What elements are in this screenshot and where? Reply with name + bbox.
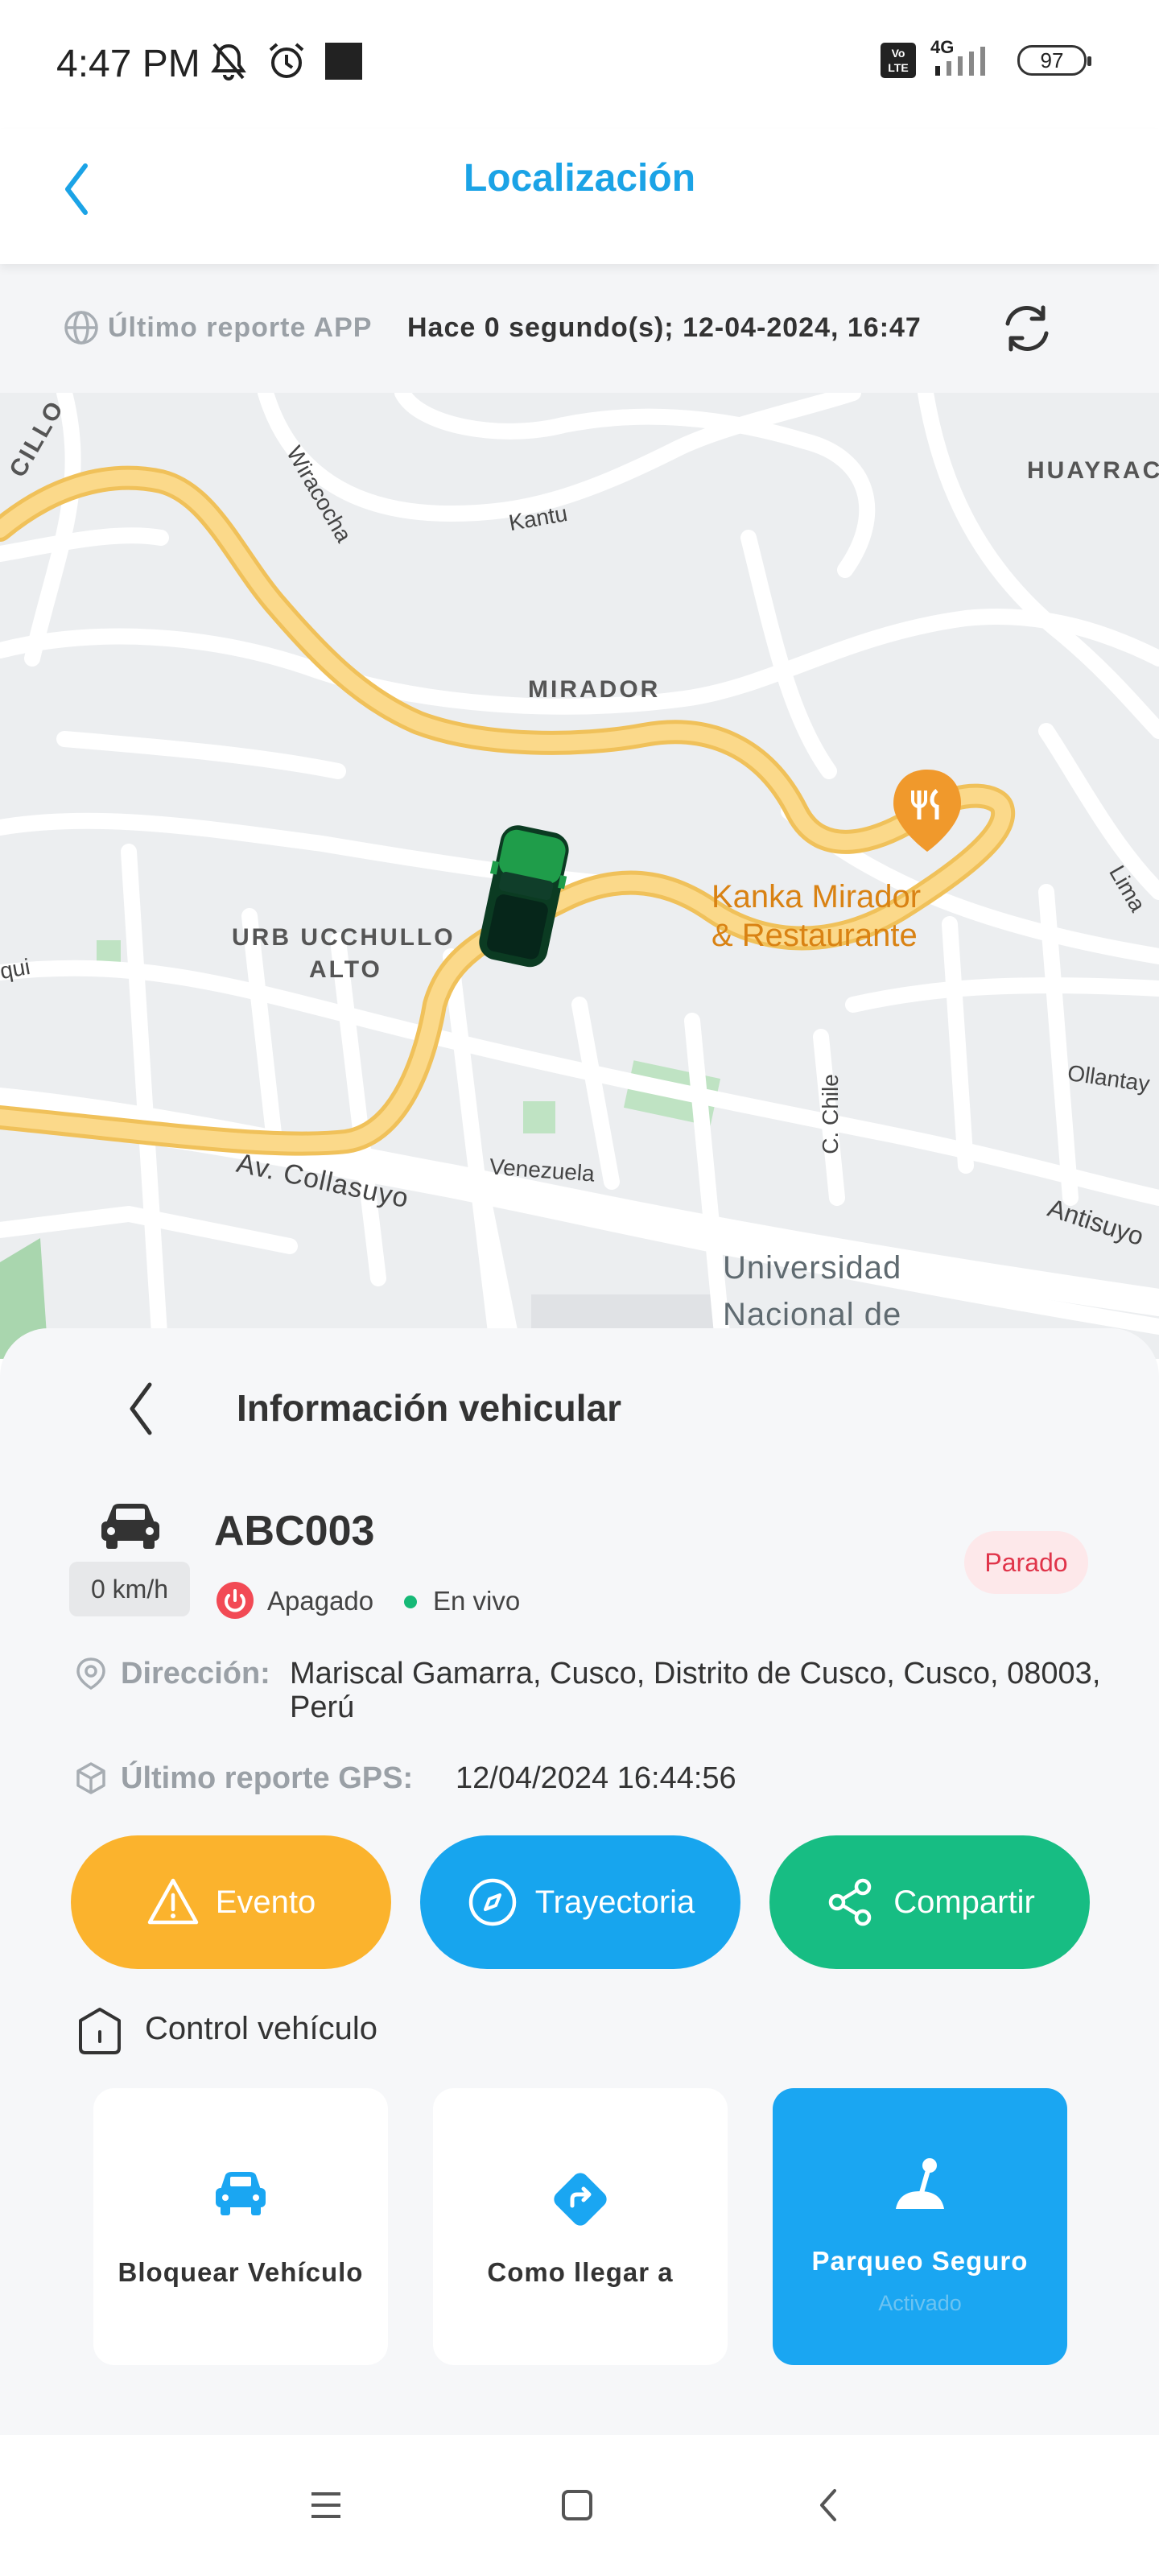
share-icon [828,1878,872,1926]
map-label-alto: ALTO [309,956,382,983]
notification-square-icon [325,43,362,80]
trayectoria-button[interactable]: Trayectoria [420,1835,740,1969]
address-value: Mariscal Gamarra, Cusco, Distrito de Cus… [290,1657,1101,1724]
menu-icon[interactable] [290,2469,362,2541]
speed-chip: 0 km/h [69,1562,190,1616]
home-shield-icon [79,2008,121,2054]
map-label-mirador: MIRADOR [528,676,661,703]
poi-label[interactable]: Kanka Mirador & Restaurante [711,877,921,955]
warning-icon [147,1878,198,1925]
battery-icon: 97 [1017,45,1091,76]
vehicle-plate: ABC003 [214,1508,375,1554]
university-line1: Universidad [723,1250,902,1286]
vehicle-info-sheet: Información vehicular 0 km/h ABC003 Para… [0,1328,1159,2435]
como-llegar-card[interactable]: Como llegar a [433,2088,728,2365]
map-label-huayrac: HUAYRAC [1027,457,1159,484]
address-label: Dirección: [121,1657,270,1690]
parqueo-sublabel: Activado [878,2291,962,2315]
street-qui: qui [0,953,32,985]
status-bar: 4:47 PM Vo LTE 4G 97 [0,0,1159,129]
university-label: Universidad Nacional de [723,1245,901,1338]
live-dot [404,1596,417,1608]
parqueo-seguro-card[interactable]: Parqueo Seguro Activado [773,2088,1067,2365]
engine-status: Apagado [267,1586,374,1616]
poi-name-line2: & Restaurante [711,918,918,953]
signal-icon: 4G [930,37,1003,79]
cube-icon [76,1762,105,1794]
alarm-icon [269,43,304,78]
map-roads [0,393,1159,1359]
system-nav-bar [0,2435,1159,2576]
refresh-icon[interactable] [995,296,1059,361]
directions-icon [554,2173,607,2226]
location-pin-icon [76,1657,105,1690]
evento-label: Evento [215,1884,316,1920]
trayectoria-label: Trayectoria [534,1884,695,1920]
car-lock-icon [216,2172,266,2215]
report-bar: Último reporte APP Hace 0 segundo(s); 12… [0,264,1159,393]
parqueo-label: Parqueo Seguro [811,2246,1029,2276]
map-label-ucchullo: URB UCCHULLO [232,924,456,951]
bell-off-icon [211,43,246,80]
compartir-button[interactable]: Compartir [769,1835,1090,1969]
globe-icon [64,311,98,345]
gps-report-value: 12/04/2024 16:44:56 [456,1761,736,1795]
bloquear-vehiculo-card[interactable]: Bloquear Vehículo [93,2088,388,2365]
car-icon [101,1504,159,1549]
chevron-left-icon[interactable] [121,1377,161,1441]
gps-report-label: Último reporte GPS: [121,1761,414,1795]
compartir-label: Compartir [893,1884,1035,1920]
app-header: Localización [0,129,1159,264]
bloquear-label: Bloquear Vehículo [118,2257,364,2287]
evento-button[interactable]: Evento [71,1835,391,1969]
report-value: Hace 0 segundo(s); 12-04-2024, 16:47 [407,312,922,343]
live-status: En vivo [433,1586,521,1616]
report-label: Último reporte APP [108,312,373,343]
sheet-title: Información vehicular [237,1387,622,1429]
status-time: 4:47 PM [56,43,200,85]
como-llegar-label: Como llegar a [487,2257,674,2287]
poi-name-line1: Kanka Mirador [711,879,922,914]
status-badge: Parado [964,1531,1088,1594]
page-title: Localización [463,157,696,200]
compass-icon [468,1878,516,1926]
battery-level: 97 [1040,47,1064,72]
map-view[interactable]: MIRADOR URB UCCHULLO ALTO HUAYRAC CILLO … [0,393,1159,1359]
home-square-icon[interactable] [541,2469,613,2541]
parking-lever-icon [896,2158,944,2209]
volte-icon: Vo LTE [881,43,916,78]
power-icon [217,1582,254,1619]
control-title: Control vehículo [145,2011,378,2046]
street-chile: C. Chile [817,1074,843,1154]
back-icon[interactable] [792,2469,864,2541]
